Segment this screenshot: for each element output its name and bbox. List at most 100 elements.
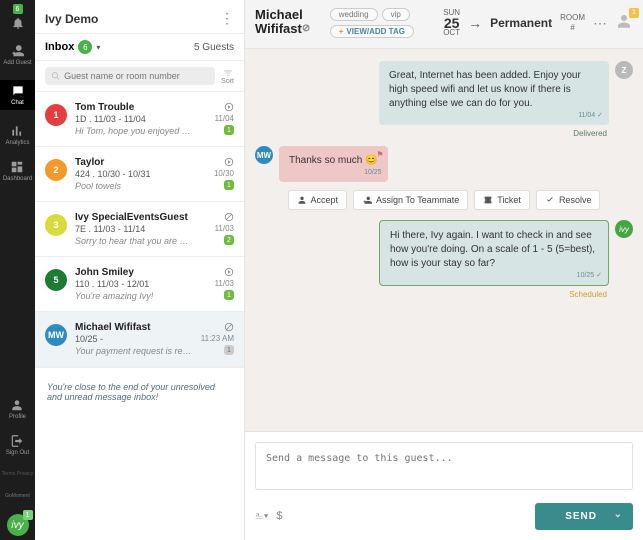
item-time: 11/03 bbox=[215, 279, 234, 288]
guest-avatar: MW bbox=[255, 146, 273, 164]
action-label: Ticket bbox=[497, 195, 521, 205]
room-value: # bbox=[570, 23, 574, 33]
message-time: 11/04 ✓ bbox=[578, 109, 603, 123]
avatar: 3 bbox=[45, 214, 67, 236]
brand-label: GoMoment bbox=[5, 492, 30, 500]
message-bubble[interactable]: ⚑Thanks so much 😊10/25 bbox=[279, 146, 388, 182]
composer-tools: ⎁▾ $ bbox=[255, 510, 283, 523]
sort-button[interactable]: Sort bbox=[221, 68, 234, 85]
inbox-item[interactable]: 2Taylor424 . 10/30 - 10/31Pool towels10/… bbox=[35, 147, 244, 202]
chat-column: Michael Wififast⊘ wedding vip +VIEW/ADD … bbox=[245, 0, 643, 540]
rail-label: Sign Out bbox=[6, 450, 29, 456]
chat-header-menu[interactable]: ⋯ bbox=[593, 15, 607, 32]
message-row: ivy Hi there, Ivy again. I want to check … bbox=[255, 220, 633, 286]
inbox-item[interactable]: 3 Ivy SpecialEventsGuest7E . 11/03 - 11/1… bbox=[35, 202, 244, 257]
inbox-item[interactable]: 5John Smiley110 . 11/03 - 12/01You're am… bbox=[35, 257, 244, 312]
add-tag-label: VIEW/ADD TAG bbox=[346, 27, 405, 36]
tag-vip[interactable]: vip bbox=[382, 8, 410, 21]
avatar: MW bbox=[45, 324, 67, 346]
payment-icon[interactable]: $ bbox=[276, 510, 282, 523]
action-resolve[interactable]: Resolve bbox=[536, 190, 601, 210]
action-label: Assign To Teammate bbox=[376, 195, 459, 205]
guest-name: Michael Wififast⊘ bbox=[255, 8, 322, 36]
item-preview: Pool towels bbox=[75, 181, 192, 191]
inbox-tab[interactable]: Inbox 6 ▾ bbox=[45, 40, 100, 54]
action-label: Accept bbox=[311, 195, 339, 205]
action-accept[interactable]: Accept bbox=[288, 190, 348, 210]
inbox-menu-icon[interactable]: ⋮ bbox=[220, 10, 234, 27]
item-sub: 7E . 11/03 - 11/14 bbox=[75, 224, 192, 234]
inbox-count: 6 bbox=[78, 40, 92, 54]
item-sub: 424 . 10/30 - 10/31 bbox=[75, 169, 192, 179]
message-bubble[interactable]: Great, Internet has been added. Enjoy yo… bbox=[379, 61, 609, 125]
message-row: ZGreat, Internet has been added. Enjoy y… bbox=[255, 61, 633, 125]
action-label: Resolve bbox=[559, 195, 592, 205]
blocked-icon bbox=[224, 212, 234, 222]
checkin-date: SUN 25 OCT bbox=[443, 8, 460, 38]
checkin-month: OCT bbox=[443, 28, 460, 38]
rail-label: Analytics bbox=[5, 140, 29, 146]
inbox-item[interactable]: MWMichael Wififast10/25 -Your payment re… bbox=[35, 312, 244, 367]
ivy-avatar: ivy bbox=[615, 220, 633, 238]
user-badge: 1 bbox=[629, 8, 639, 18]
action-assign[interactable]: Assign To Teammate bbox=[353, 190, 468, 210]
view-add-tag[interactable]: +VIEW/ADD TAG bbox=[330, 25, 414, 38]
item-sub: 1D . 11/03 - 11/04 bbox=[75, 114, 192, 124]
item-sub: 110 . 11/03 - 12/01 bbox=[75, 279, 192, 289]
item-name: Tom Trouble bbox=[75, 102, 192, 113]
signout-icon bbox=[10, 434, 24, 448]
blocked-icon bbox=[224, 322, 234, 332]
accept-icon bbox=[297, 195, 307, 205]
rail-chat[interactable]: Chat bbox=[0, 80, 35, 110]
rail-dashboard[interactable]: Dashboard bbox=[3, 160, 32, 182]
message-bubble[interactable]: Hi there, Ivy again. I want to check in … bbox=[379, 220, 609, 286]
rail-profile[interactable]: Profile bbox=[9, 398, 26, 420]
alerts-badge: 6 bbox=[13, 4, 23, 14]
action-ticket[interactable]: Ticket bbox=[474, 190, 530, 210]
chat-body: ZGreat, Internet has been added. Enjoy y… bbox=[245, 49, 643, 431]
message-status: Delivered bbox=[255, 129, 607, 138]
guest-profile-button[interactable]: 1 bbox=[615, 12, 633, 35]
inbox-column: Ivy Demo ⋮ Inbox 6 ▾ 5 Guests Sort 1Tom … bbox=[35, 0, 245, 540]
sort-icon bbox=[223, 68, 233, 78]
search-box[interactable] bbox=[45, 67, 215, 85]
item-preview: Your payment request is read... bbox=[75, 346, 192, 356]
check-icon bbox=[545, 195, 555, 205]
rail-analytics[interactable]: Analytics bbox=[5, 124, 29, 146]
ticket-icon bbox=[483, 195, 493, 205]
checkout-label: Permanent bbox=[490, 18, 552, 28]
send-button[interactable]: SEND bbox=[535, 503, 633, 530]
guest-name-text: Michael Wififast bbox=[255, 7, 303, 36]
item-time: 11/03 bbox=[215, 224, 234, 233]
inbox-item[interactable]: 1 Tom Trouble1D . 11/03 - 11/04 Hi Tom, ho… bbox=[35, 92, 244, 147]
flag-icon[interactable]: ⚑ bbox=[376, 148, 383, 162]
pending-icon bbox=[224, 102, 234, 112]
message-text: Thanks so much 😊 bbox=[289, 155, 378, 166]
search-icon bbox=[51, 71, 60, 81]
ivy-logo[interactable]: ivy 1 bbox=[7, 514, 29, 536]
room-label: ROOM bbox=[560, 13, 585, 23]
item-time: 11:23 AM bbox=[201, 334, 234, 343]
tag-wedding[interactable]: wedding bbox=[330, 8, 378, 21]
item-badge: 1 bbox=[224, 290, 234, 300]
template-icon[interactable]: ⎁▾ bbox=[255, 510, 268, 523]
rail-add-guest[interactable]: Add Guest bbox=[3, 44, 31, 66]
item-preview: Hi Tom, hope you enjoyed yo... bbox=[75, 126, 192, 136]
item-badge: 1 bbox=[224, 180, 234, 190]
message-time: 10/25 bbox=[364, 166, 382, 180]
search-input[interactable] bbox=[64, 71, 209, 81]
dashboard-icon bbox=[10, 160, 24, 174]
arrow-right-icon: → bbox=[468, 15, 482, 31]
search-row: Sort bbox=[35, 61, 244, 92]
rail-alerts[interactable]: 6 bbox=[11, 4, 25, 30]
message-input[interactable] bbox=[255, 442, 633, 490]
rail-signout[interactable]: Sign Out bbox=[6, 434, 29, 456]
legal-links[interactable]: Terms Privacy bbox=[2, 470, 33, 478]
item-preview: You're amazing Ivy! bbox=[75, 291, 192, 301]
item-badge: 2 bbox=[224, 235, 234, 245]
room-info: ROOM # bbox=[560, 13, 585, 33]
item-sub: 10/25 - bbox=[75, 334, 192, 344]
chat-icon bbox=[11, 84, 25, 98]
item-name: Ivy SpecialEventsGuest bbox=[75, 212, 192, 223]
avatar: 1 bbox=[45, 104, 67, 126]
